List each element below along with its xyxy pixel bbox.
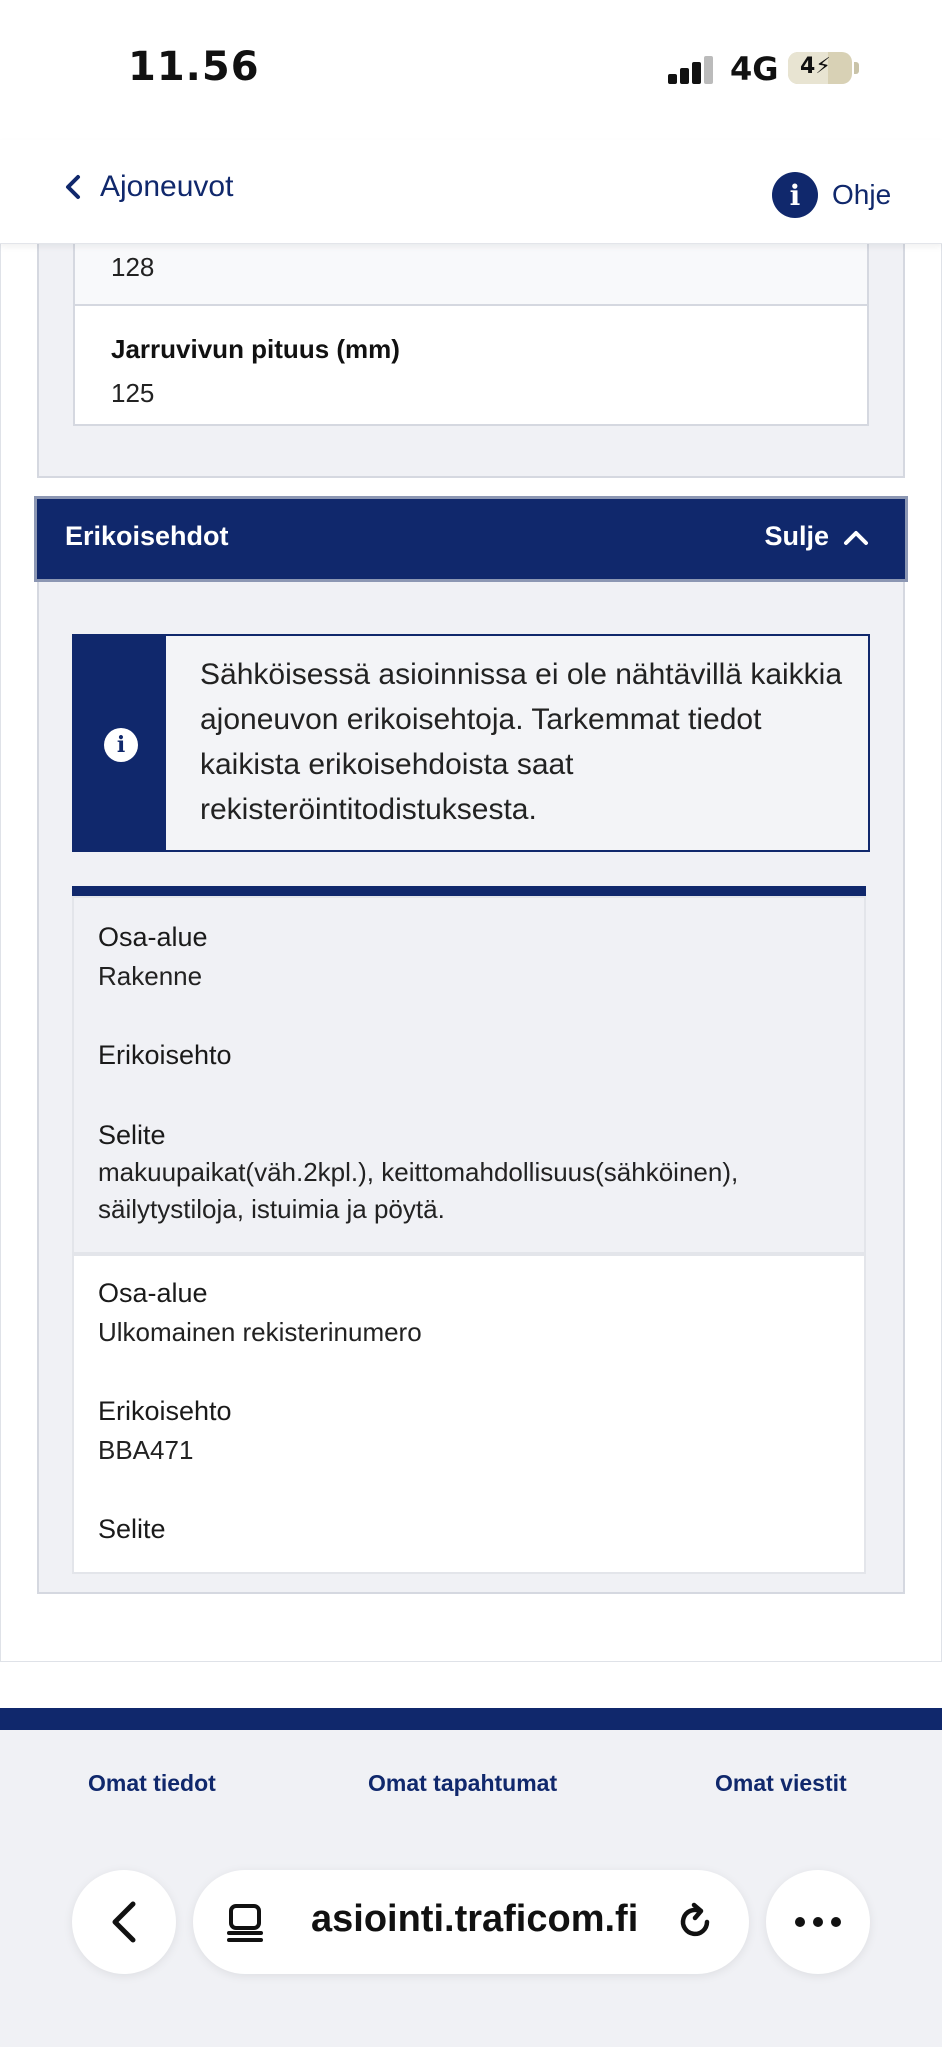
network-type: 4G — [730, 50, 779, 88]
footer-link-omat-tiedot[interactable]: Omat tiedot — [88, 1770, 216, 1797]
condition-label: Erikoisehto — [98, 1396, 232, 1426]
charging-bolt-icon: ⚡ — [815, 54, 831, 79]
cellular-signal-icon — [668, 56, 716, 84]
browser-more-button[interactable] — [766, 1870, 870, 1974]
condition-item: Osa-alue Ulkomainen rekisterinumero Erik… — [72, 1254, 866, 1574]
field-value: 128 — [111, 252, 155, 282]
info-icon: i — [104, 728, 138, 762]
area-value: Ulkomainen rekisterinumero — [98, 1317, 422, 1347]
footer-link-omat-viestit[interactable]: Omat viestit — [715, 1770, 847, 1797]
accordion-title: Erikoisehdot — [65, 521, 229, 551]
back-button-label: Ajoneuvot — [100, 170, 234, 203]
technical-field-row: Jarruvivun pituus (mm) 125 — [73, 304, 869, 426]
app-header: Ajoneuvot i Ohje — [0, 140, 942, 244]
help-button-label: Ohje — [832, 179, 892, 210]
browser-back-button[interactable] — [72, 1870, 176, 1974]
more-horizontal-icon — [795, 1917, 841, 1927]
url-text: asiointi.traficom.fi — [311, 1898, 639, 1940]
info-notice-sidebar: i — [74, 636, 166, 850]
chevron-left-icon — [66, 175, 80, 199]
condition-label: Erikoisehto — [98, 1040, 232, 1070]
accordion-close-button[interactable]: Sulje — [764, 521, 869, 552]
reload-icon[interactable] — [673, 1900, 717, 1944]
description-label: Selite — [98, 1514, 166, 1544]
page-menu-icon[interactable] — [225, 1902, 265, 1942]
chevron-left-icon — [112, 1901, 136, 1943]
conditions-list-topbar — [72, 886, 866, 896]
back-button[interactable]: Ajoneuvot — [62, 170, 233, 204]
browser-address-bar[interactable]: asiointi.traficom.fi — [193, 1870, 749, 1974]
info-notice-text: Sähköisessä asioinnissa ei ole nähtävill… — [200, 658, 843, 826]
battery-icon: 4⚡ — [788, 52, 852, 84]
battery-level: 4 — [800, 54, 816, 79]
description-value: makuupaikat(väh.2kpl.), keittomahdollisu… — [98, 1157, 739, 1224]
info-notice: i Sähköisessä asioinnissa ei ole nähtävi… — [72, 634, 870, 852]
clock: 11.56 — [128, 44, 260, 90]
field-label: Jarruvivun pituus (mm) — [111, 334, 400, 364]
area-label: Osa-alue — [98, 922, 208, 952]
chevron-up-icon — [844, 530, 868, 545]
condition-value: BBA471 — [98, 1435, 194, 1465]
accordion-close-label: Sulje — [764, 521, 829, 551]
area-label: Osa-alue — [98, 1278, 208, 1308]
technical-field-row: 128 — [73, 244, 869, 306]
description-label: Selite — [98, 1120, 166, 1150]
status-bar: 11.56 4G 4⚡ — [0, 0, 942, 140]
footer-link-omat-tapahtumat[interactable]: Omat tapahtumat — [368, 1770, 557, 1797]
special-conditions-accordion-header[interactable]: Erikoisehdot Sulje — [34, 496, 908, 582]
area-value: Rakenne — [98, 961, 203, 991]
info-icon: i — [772, 172, 818, 218]
footer-divider — [0, 1708, 942, 1730]
condition-item: Osa-alue Rakenne Erikoisehto Selite maku… — [72, 896, 866, 1254]
help-button[interactable]: i Ohje — [772, 172, 891, 218]
field-value: 125 — [111, 378, 155, 408]
